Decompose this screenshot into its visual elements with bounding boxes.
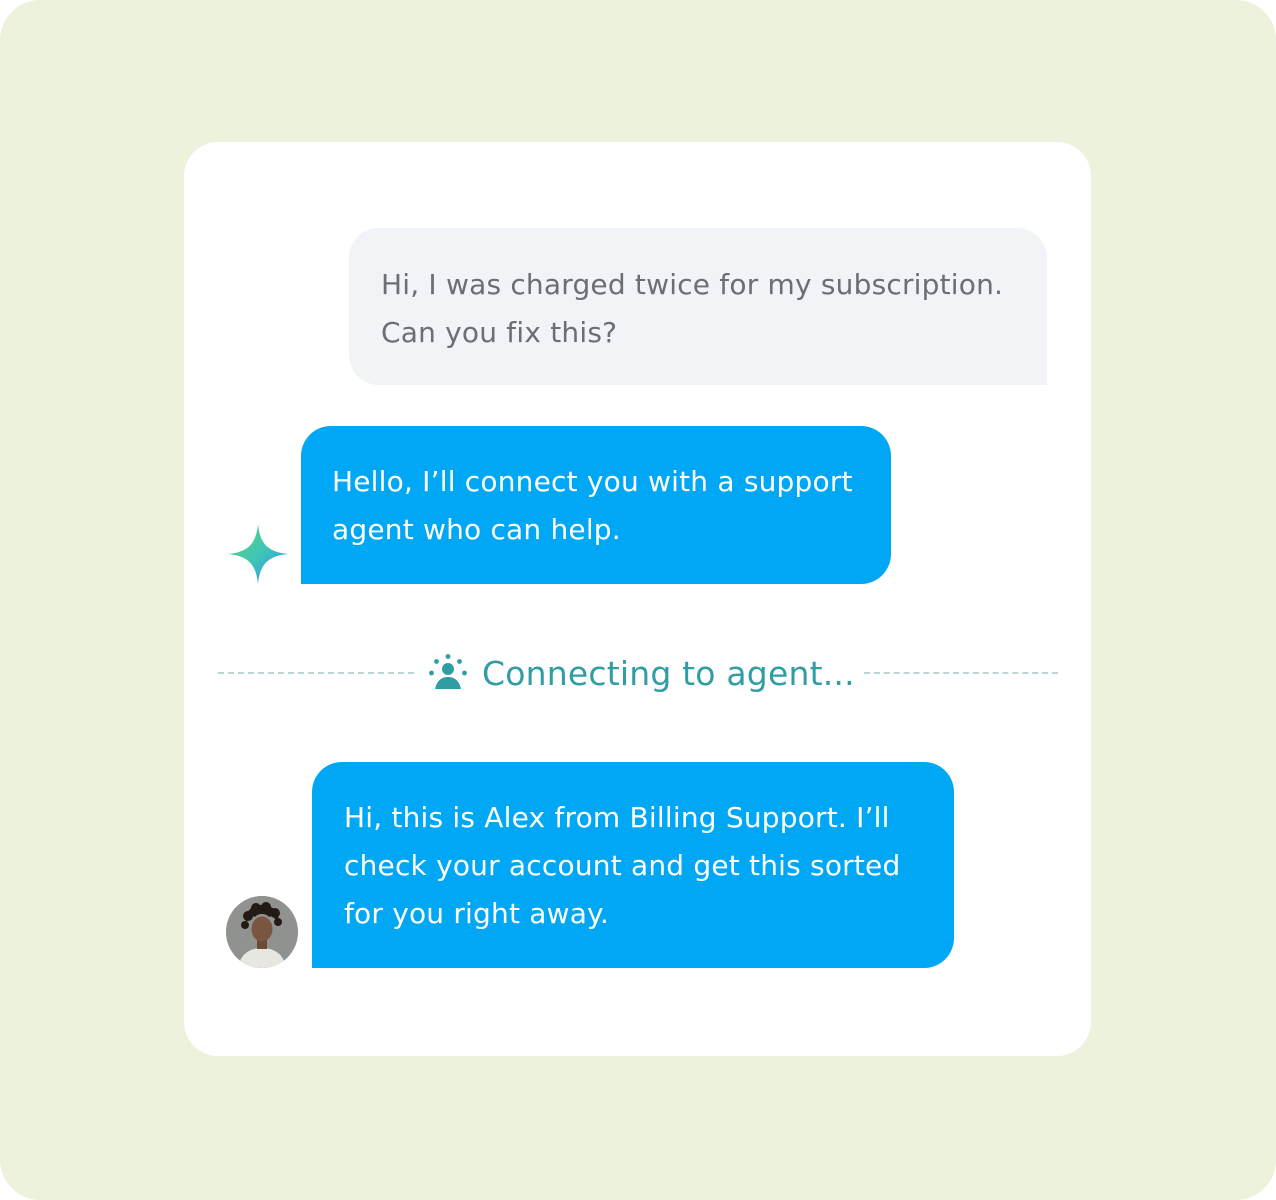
human-agent-message-bubble: Hi, this is Alex from Billing Support. I… bbox=[312, 762, 954, 968]
agent-connecting-icon bbox=[429, 654, 467, 689]
dashed-divider-line bbox=[864, 672, 1058, 674]
chat-window: Hi, I was charged twice for my subscript… bbox=[184, 142, 1091, 1056]
page-background: Hi, I was charged twice for my subscript… bbox=[0, 0, 1276, 1200]
sparkle-icon bbox=[228, 524, 288, 584]
message-line: for you right away. bbox=[344, 897, 609, 930]
message-line: Hi, I was charged twice for my subscript… bbox=[381, 268, 1004, 301]
message-line: Hello, I’ll connect you with a support bbox=[332, 465, 853, 498]
connecting-status: Connecting to agent... bbox=[428, 646, 855, 700]
message-line: Hi, this is Alex from Billing Support. I… bbox=[344, 801, 890, 834]
message-line: check your account and get this sorted bbox=[344, 849, 901, 882]
message-line: Can you fix this? bbox=[381, 316, 618, 349]
connecting-status-divider: Connecting to agent... bbox=[218, 646, 1058, 700]
agent-avatar bbox=[226, 896, 298, 968]
ai-assistant-message-bubble: Hello, I’ll connect you with a support a… bbox=[301, 426, 891, 584]
connecting-status-text: Connecting to agent... bbox=[482, 653, 855, 693]
message-line: agent who can help. bbox=[332, 513, 621, 546]
user-message-bubble: Hi, I was charged twice for my subscript… bbox=[349, 228, 1047, 385]
dashed-divider-line bbox=[218, 672, 414, 674]
